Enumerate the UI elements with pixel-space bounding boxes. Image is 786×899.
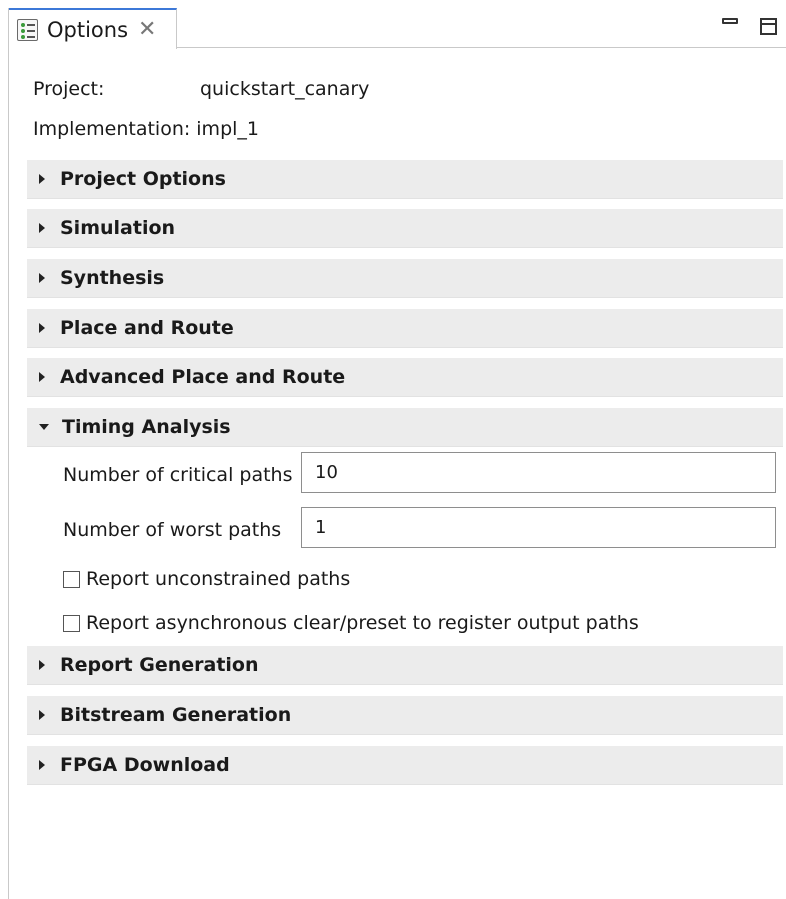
worst-paths-input[interactable] xyxy=(301,507,776,548)
section-label: Place and Route xyxy=(60,317,234,339)
expand-arrow-icon xyxy=(39,660,45,670)
section-place-and-route[interactable]: Place and Route xyxy=(27,309,783,348)
section-simulation[interactable]: Simulation xyxy=(27,209,783,248)
expand-arrow-icon xyxy=(39,710,45,720)
implementation-value: impl_1 xyxy=(196,118,259,140)
critical-paths-input[interactable] xyxy=(301,452,776,493)
report-unconstrained-label: Report unconstrained paths xyxy=(86,568,351,590)
section-label: Bitstream Generation xyxy=(60,704,292,726)
options-view: Options ✕ Project: quickstart_canary Imp… xyxy=(8,8,786,899)
report-async-label: Report asynchronous clear/preset to regi… xyxy=(86,612,639,634)
maximize-icon[interactable] xyxy=(760,18,777,35)
critical-paths-label: Number of critical paths xyxy=(63,464,293,486)
report-async-row[interactable]: Report asynchronous clear/preset to regi… xyxy=(63,612,639,634)
section-report-generation[interactable]: Report Generation xyxy=(27,646,783,685)
close-icon[interactable]: ✕ xyxy=(138,18,156,41)
project-value: quickstart_canary xyxy=(200,78,370,100)
tab-options[interactable]: Options ✕ xyxy=(9,8,177,49)
section-label: FPGA Download xyxy=(60,754,230,776)
section-synthesis[interactable]: Synthesis xyxy=(27,259,783,298)
section-fpga-download[interactable]: FPGA Download xyxy=(27,746,783,785)
tab-label: Options xyxy=(47,17,129,42)
expand-arrow-icon xyxy=(39,760,45,770)
expand-arrow-icon xyxy=(39,372,45,382)
implementation-label: Implementation: xyxy=(33,118,191,140)
expand-arrow-icon xyxy=(39,174,45,184)
expand-arrow-icon xyxy=(39,223,45,233)
report-async-checkbox[interactable] xyxy=(63,614,80,632)
expand-arrow-icon xyxy=(39,323,45,333)
worst-paths-label: Number of worst paths xyxy=(63,519,282,541)
section-label: Simulation xyxy=(60,217,176,239)
project-label: Project: xyxy=(33,78,105,100)
section-project-options[interactable]: Project Options xyxy=(27,160,783,199)
section-label: Advanced Place and Route xyxy=(60,366,346,388)
section-bitstream-generation[interactable]: Bitstream Generation xyxy=(27,696,783,735)
tab-bar: Options ✕ xyxy=(9,8,786,49)
section-label: Synthesis xyxy=(60,267,165,289)
section-label: Timing Analysis xyxy=(62,416,231,438)
report-unconstrained-checkbox[interactable] xyxy=(63,570,80,588)
expand-arrow-icon xyxy=(39,273,45,283)
section-timing-analysis[interactable]: Timing Analysis xyxy=(27,408,783,447)
section-advanced-place-and-route[interactable]: Advanced Place and Route xyxy=(27,358,783,397)
collapse-arrow-icon xyxy=(39,424,49,430)
section-label: Report Generation xyxy=(60,654,259,676)
options-list-icon xyxy=(17,18,38,41)
implementation-row: Implementation: impl_1 xyxy=(33,118,259,140)
project-row: Project: quickstart_canary xyxy=(33,78,369,100)
section-label: Project Options xyxy=(60,168,226,190)
report-unconstrained-row[interactable]: Report unconstrained paths xyxy=(63,568,350,590)
minimize-icon[interactable] xyxy=(722,18,738,24)
